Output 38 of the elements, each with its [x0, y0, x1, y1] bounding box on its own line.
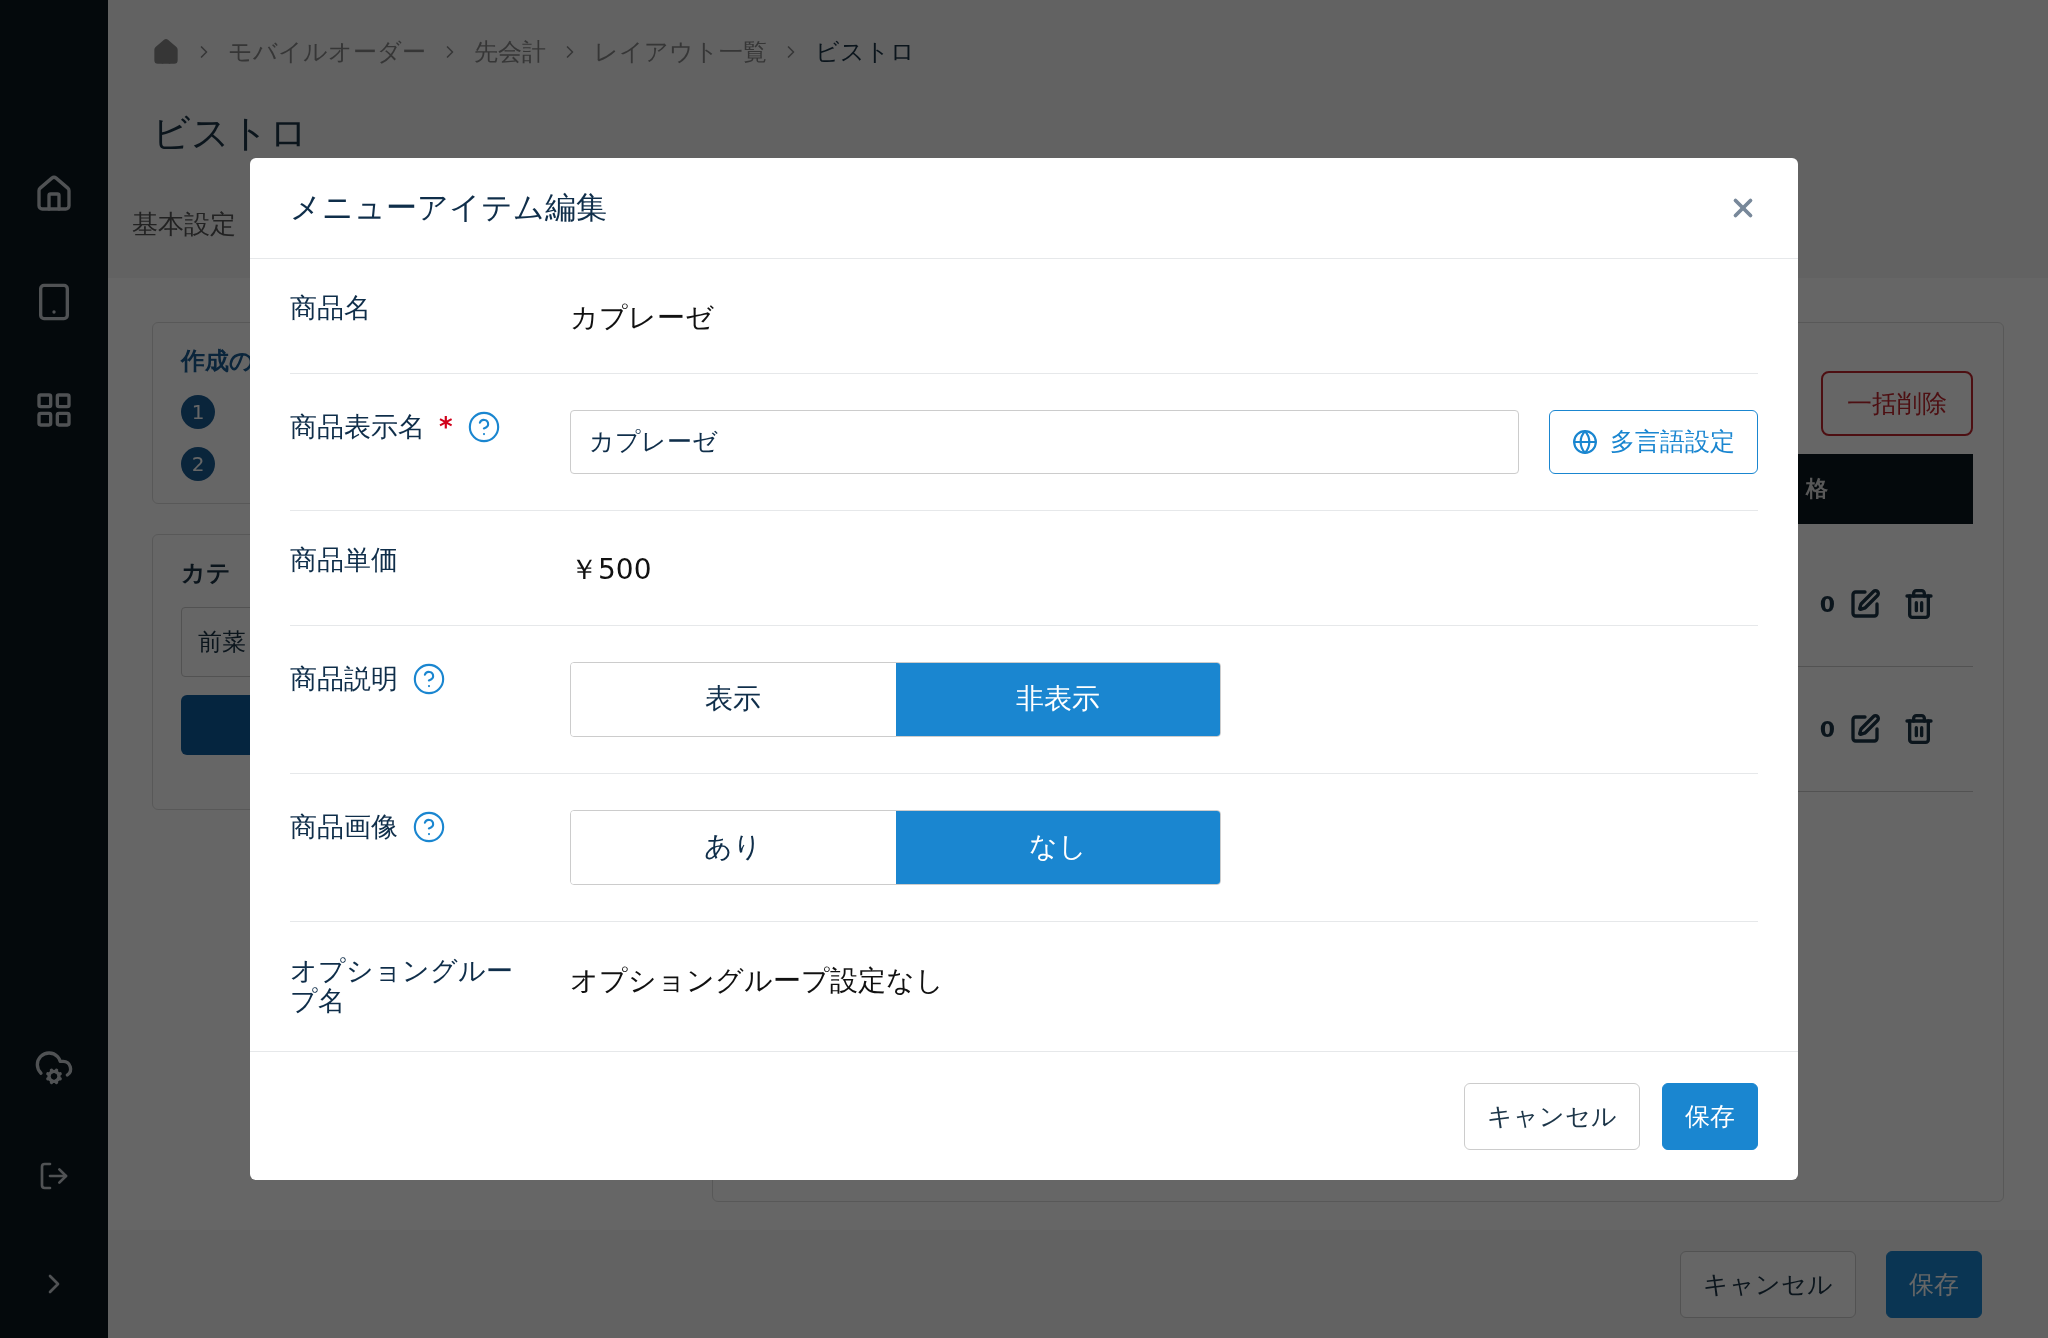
- bulk-delete-button[interactable]: 一括削除: [1821, 371, 1973, 436]
- globe-icon: [1572, 428, 1598, 455]
- dialog-title: メニューアイテム編集: [290, 187, 607, 227]
- save-button[interactable]: 保存: [1886, 1250, 1982, 1318]
- help-icon[interactable]: [412, 661, 446, 696]
- help-icon[interactable]: [412, 809, 446, 844]
- required-mark: *: [439, 411, 453, 442]
- step-number: 2: [181, 447, 215, 481]
- multilingual-button[interactable]: 多言語設定: [1549, 409, 1758, 474]
- field-value: オプショングループ設定なし: [570, 962, 945, 999]
- price-cell: 0: [1819, 591, 1835, 617]
- field-label: 商品説明: [290, 663, 398, 694]
- card-title: カテ: [181, 558, 231, 589]
- price-cell: 0: [1819, 716, 1835, 742]
- trash-icon[interactable]: [1903, 713, 1935, 745]
- field-label: オプショングループ名: [290, 955, 514, 1016]
- field-label: 商品画像: [290, 811, 398, 842]
- field-label: 商品表示名: [290, 411, 425, 442]
- edit-icon[interactable]: [1849, 588, 1881, 620]
- display-name-input[interactable]: カプレーゼ: [570, 409, 1519, 474]
- column-header: 格: [1806, 475, 1828, 503]
- trash-icon[interactable]: [1903, 588, 1935, 620]
- save-button[interactable]: 保存: [1662, 1082, 1758, 1150]
- step-number: 1: [181, 395, 215, 429]
- help-icon[interactable]: [466, 409, 501, 444]
- field-value: ￥500: [570, 551, 653, 588]
- field-label: 商品単価: [290, 544, 398, 575]
- toggle-option[interactable]: なし: [895, 810, 1220, 884]
- cancel-button[interactable]: キャンセル: [1680, 1250, 1856, 1318]
- page-title: ビストロ: [152, 110, 309, 157]
- cancel-button[interactable]: キャンセル: [1464, 1082, 1640, 1150]
- breadcrumb-item[interactable]: ビストロ: [815, 36, 915, 68]
- field-label: 商品名: [290, 292, 371, 323]
- field-value: カプレーゼ: [570, 299, 715, 336]
- home-icon[interactable]: [152, 38, 180, 66]
- edit-icon[interactable]: [1849, 713, 1881, 745]
- tab[interactable]: 基本設定: [132, 207, 236, 242]
- toggle-option[interactable]: 非表示: [895, 662, 1220, 736]
